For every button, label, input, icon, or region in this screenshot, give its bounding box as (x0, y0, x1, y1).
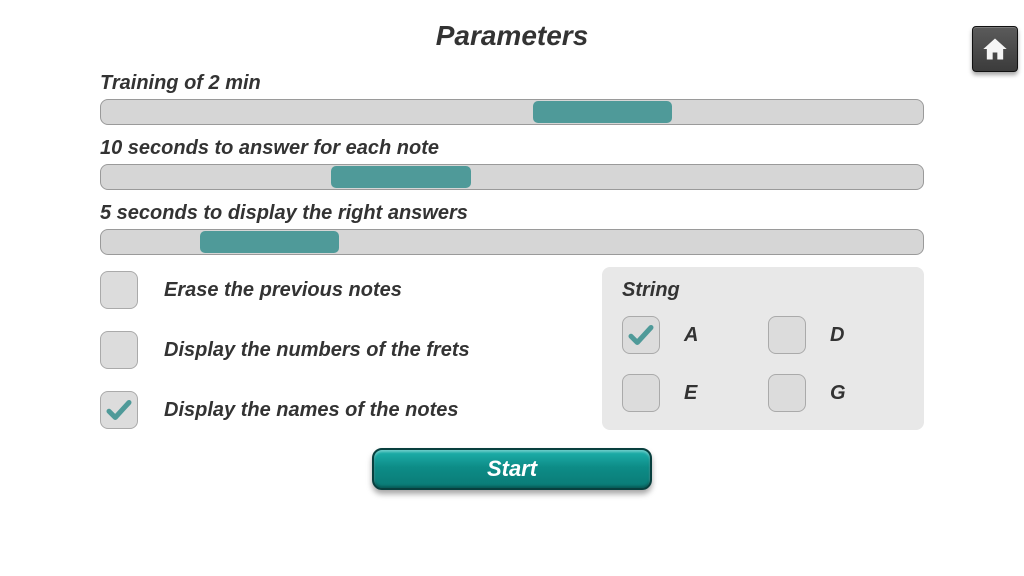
checkbox-string-d[interactable] (768, 316, 806, 354)
slider-label: Training of 2 min (100, 72, 924, 95)
start-button[interactable]: Start (372, 448, 652, 490)
slider-thumb[interactable] (533, 101, 673, 123)
checkbox-string-g[interactable] (768, 374, 806, 412)
slider-label: 5 seconds to display the right answers (100, 202, 924, 225)
home-button[interactable] (972, 26, 1018, 72)
slider-track[interactable] (100, 229, 924, 255)
parameters-form: Training of 2 min 10 seconds to answer f… (0, 72, 1024, 490)
slider-display-time: 5 seconds to display the right answers (100, 202, 924, 255)
string-panel-title: String (622, 279, 904, 302)
slider-thumb[interactable] (200, 231, 340, 253)
string-label: D (830, 324, 844, 347)
checkbox-label: Display the names of the notes (164, 399, 459, 422)
checkbox-string-e[interactable] (622, 374, 660, 412)
slider-label: 10 seconds to answer for each note (100, 137, 924, 160)
string-label: A (684, 324, 698, 347)
check-icon (626, 320, 656, 350)
string-label: G (830, 382, 846, 405)
checkbox-display-frets[interactable] (100, 331, 138, 369)
home-icon (981, 35, 1009, 63)
check-icon (104, 395, 134, 425)
checkbox-string-a[interactable] (622, 316, 660, 354)
checkbox-label: Erase the previous notes (164, 279, 402, 302)
checkbox-label: Display the numbers of the frets (164, 339, 470, 362)
slider-track[interactable] (100, 99, 924, 125)
checkbox-erase-previous[interactable] (100, 271, 138, 309)
slider-training-duration: Training of 2 min (100, 72, 924, 125)
string-label: E (684, 382, 697, 405)
checkbox-display-note-names[interactable] (100, 391, 138, 429)
page-title: Parameters (0, 20, 1024, 52)
slider-answer-time: 10 seconds to answer for each note (100, 137, 924, 190)
string-panel: String A D E G (602, 267, 924, 430)
slider-thumb[interactable] (331, 166, 471, 188)
slider-track[interactable] (100, 164, 924, 190)
